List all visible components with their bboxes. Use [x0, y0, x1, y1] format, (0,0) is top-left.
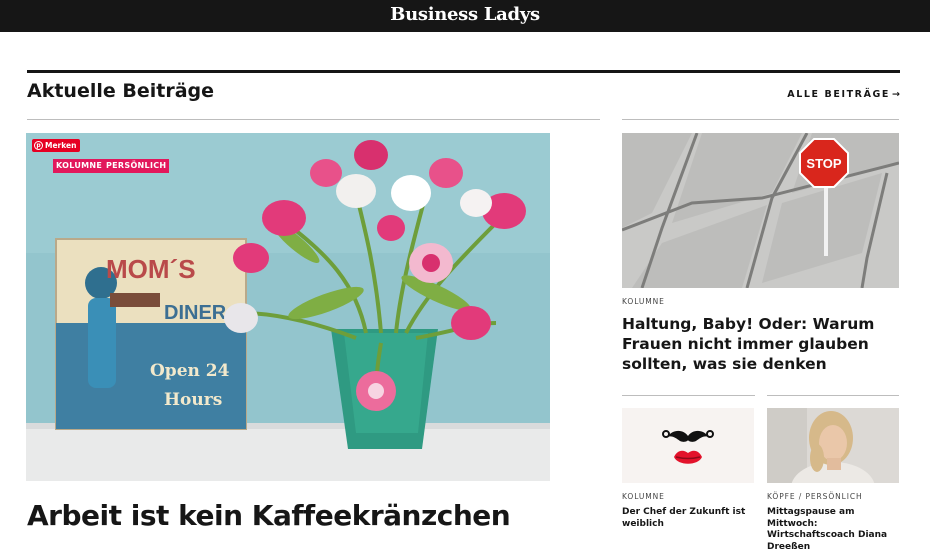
side-article-category[interactable]: KOLUMNE [622, 297, 665, 306]
divider [767, 395, 899, 396]
small-article-category[interactable]: KÖPFE / PERSÖNLICH [767, 492, 863, 501]
side-article-image[interactable]: STOP [622, 133, 899, 288]
sign-text: DINER [164, 302, 227, 324]
section-title: Aktuelle Beiträge [27, 80, 215, 102]
pinterest-save-button[interactable]: p Merken [32, 139, 81, 152]
divider [27, 119, 600, 120]
featured-article-title[interactable]: Arbeit ist kein Kaffeekränzchen [27, 499, 511, 532]
featured-image[interactable]: MOM´S DINER Open 24 Hours [26, 133, 550, 481]
side-article-title[interactable]: Haltung, Baby! Oder: Warum Frauen nicht … [622, 314, 899, 374]
pinterest-icon: p [34, 141, 43, 150]
tag-kolumne[interactable]: KOLUMNE [53, 159, 106, 173]
mustache-lips-illustration [622, 408, 754, 483]
small-article-image[interactable] [767, 408, 899, 483]
divider [622, 119, 899, 120]
small-article-title[interactable]: Mittagspause am Mittwoch: Wirtschaftscoa… [767, 507, 899, 549]
all-posts-link[interactable]: ALLE BEITRÄGE → [787, 89, 900, 100]
portrait-illustration [767, 408, 899, 483]
stop-sign-text: STOP [806, 156, 841, 171]
sign-text: Open 24 [150, 361, 230, 381]
all-posts-label: ALLE BEITRÄGE [787, 89, 891, 100]
flowers-illustration: MOM´S DINER Open 24 Hours [26, 133, 550, 481]
sign-text: MOM´S [106, 254, 196, 284]
sign-text: Hours [164, 390, 222, 410]
pinterest-save-label: Merken [45, 141, 77, 150]
arrow-right-icon: → [892, 89, 900, 100]
tag-persoenlich[interactable]: PERSÖNLICH [103, 159, 170, 173]
small-article-category[interactable]: KOLUMNE [622, 492, 665, 501]
stop-sign-illustration: STOP [622, 133, 899, 288]
site-logo[interactable]: Business Ladys [0, 0, 930, 32]
section-divider [27, 70, 900, 73]
small-article-image[interactable] [622, 408, 754, 483]
divider [622, 395, 755, 396]
small-article-title[interactable]: Der Chef der Zukunft ist weiblich [622, 507, 754, 530]
